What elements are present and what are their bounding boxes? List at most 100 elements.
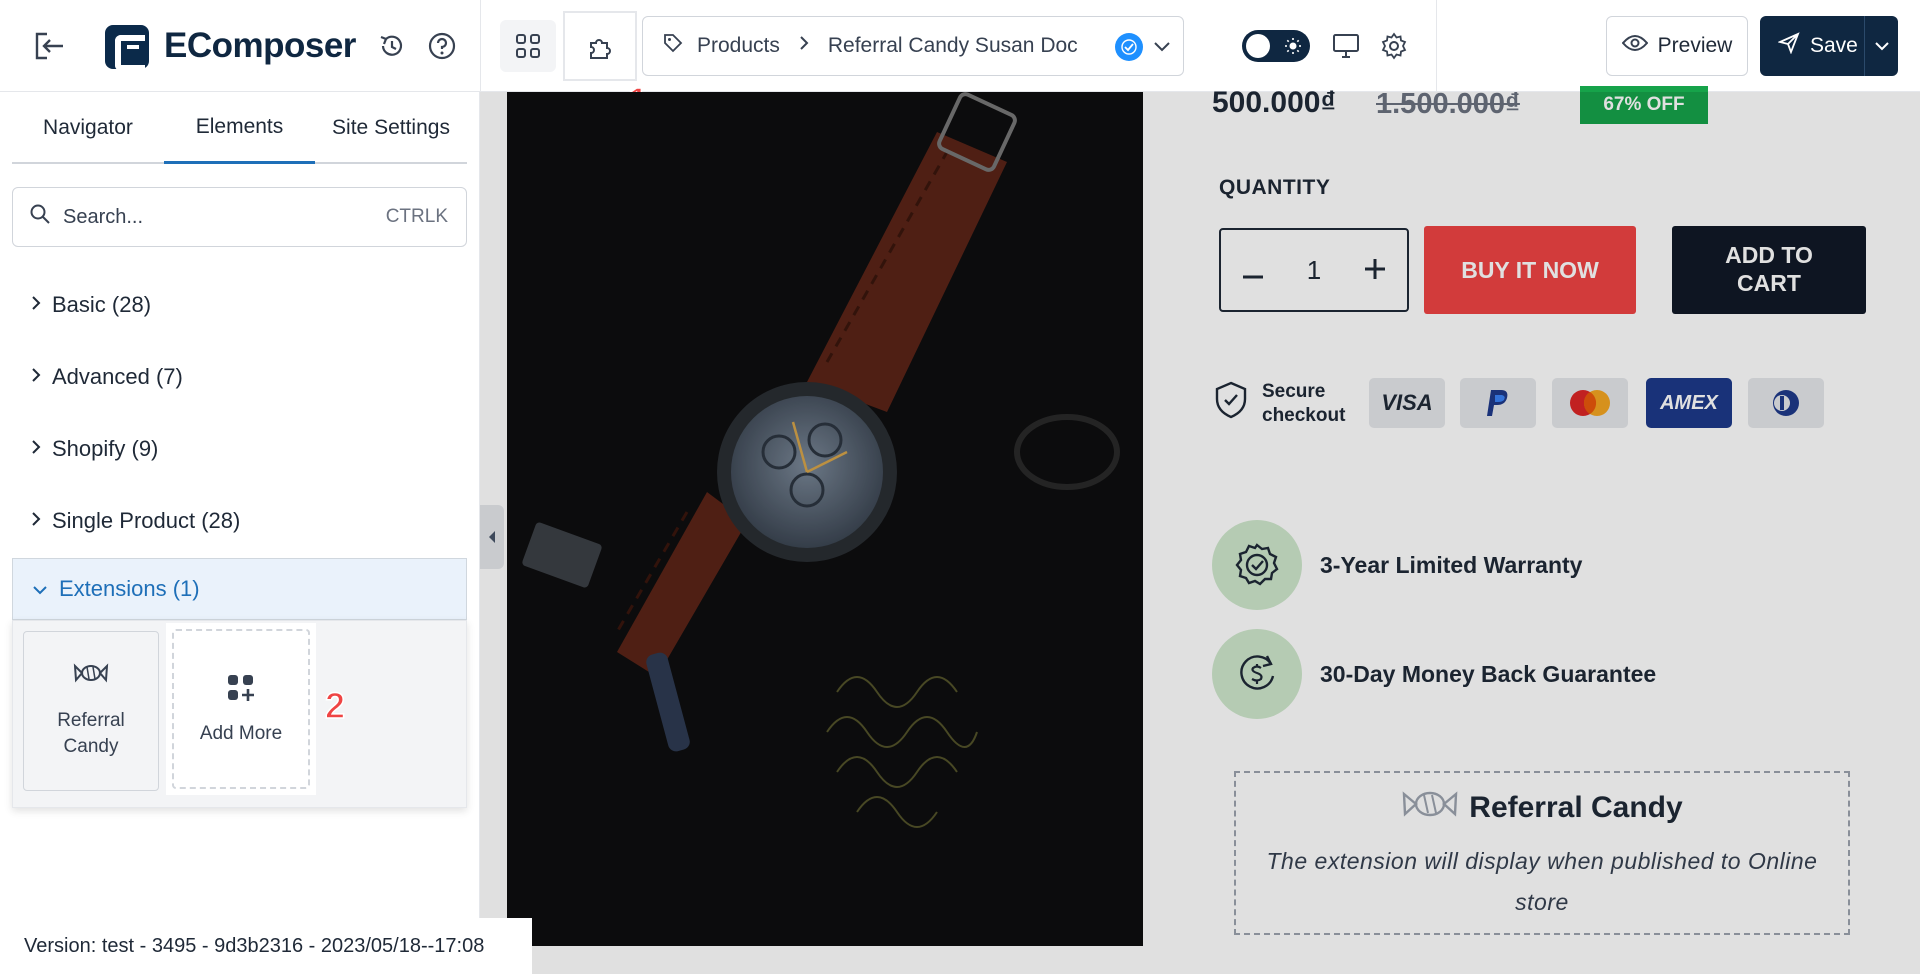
extension-referral-candy[interactable]: Referral Candy: [23, 631, 159, 791]
amex-label: AMEX: [1660, 391, 1718, 414]
referral-candy-description: The extension will display when publishe…: [1266, 848, 1818, 916]
send-icon: [1777, 32, 1800, 60]
save-button[interactable]: Save: [1760, 16, 1898, 76]
product-image[interactable]: [507, 92, 1143, 946]
puzzle-icon: [583, 29, 619, 65]
mastercard-icon: [1552, 378, 1628, 428]
extensions-button[interactable]: [563, 11, 637, 81]
warranty-badge-icon: [1212, 520, 1302, 610]
discount-badge: 67% OFF: [1580, 86, 1708, 124]
elements-grid-icon[interactable]: [500, 20, 556, 72]
add-to-cart-label: ADD TO CART: [1725, 242, 1813, 296]
quantity-label: QUANTITY: [1219, 176, 1331, 199]
add-more-label: Add More: [199, 723, 283, 744]
candy-icon: [1401, 787, 1459, 829]
extension-label: Referral Candy: [57, 709, 125, 758]
add-grid-icon: [226, 673, 256, 709]
money-back-icon: [1212, 629, 1302, 719]
collapse-sidebar-handle[interactable]: [480, 505, 504, 569]
quantity-stepper: 1: [1219, 228, 1409, 312]
version-info: Version: test - 3495 - 9d3b2316 - 2023/0…: [0, 918, 532, 974]
chevron-down-icon[interactable]: [1151, 35, 1173, 63]
app-name: EComposer: [164, 26, 356, 65]
quantity-value[interactable]: 1: [1307, 255, 1321, 286]
chevron-right-icon: [30, 364, 42, 390]
search-shortcut: CTRLK: [385, 206, 448, 227]
category-label: Single Product (28): [52, 508, 241, 533]
compare-price: 1.500.000₫: [1376, 88, 1520, 120]
category-extensions[interactable]: Extensions (1): [12, 558, 467, 620]
category-label: Shopify (9): [52, 436, 159, 461]
buy-now-button[interactable]: BUY IT NOW: [1424, 226, 1636, 314]
element-search-input[interactable]: Search... CTRLK: [12, 187, 467, 247]
chevron-right-icon: [798, 34, 810, 58]
paypal-icon: [1460, 378, 1536, 428]
search-placeholder: Search...: [63, 205, 144, 228]
add-more-highlight: Add More: [166, 623, 316, 795]
watch-photo-illustration: [507, 92, 1143, 946]
feature-label: 3-Year Limited Warranty: [1320, 551, 1583, 578]
tag-icon: [663, 33, 683, 59]
save-label: Save: [1810, 34, 1858, 57]
marker-2: 2: [324, 684, 346, 727]
secure-checkout: Secure checkout: [1214, 380, 1362, 428]
plus-icon[interactable]: [1365, 255, 1386, 286]
extensions-panel: Referral Candy Add More 2: [12, 620, 467, 808]
eye-icon: [1621, 34, 1648, 58]
exit-icon[interactable]: [30, 28, 70, 64]
breadcrumb-page: Referral Candy Susan Doc: [827, 34, 1078, 57]
feature-warranty: 3-Year Limited Warranty: [1212, 520, 1582, 610]
sidebar-tabs: Navigator Elements Site Settings: [12, 92, 467, 164]
diners-club-icon: [1748, 378, 1824, 428]
minus-icon[interactable]: [1242, 255, 1263, 286]
save-options-chevron-icon[interactable]: [1864, 16, 1898, 76]
chevron-right-icon: [30, 436, 42, 462]
breadcrumb[interactable]: Products Referral Candy Susan Doc: [642, 16, 1184, 76]
add-more-extension-button[interactable]: Add More: [172, 629, 310, 789]
shield-check-icon: [1214, 381, 1248, 426]
published-check-icon: [1115, 33, 1143, 61]
candy-icon: [73, 661, 109, 694]
history-icon[interactable]: [374, 28, 410, 64]
feature-label: 30-Day Money Back Guarantee: [1320, 660, 1657, 687]
divider: [480, 0, 481, 92]
chevron-right-icon: [30, 292, 42, 318]
category-shopify[interactable]: Shopify (9): [12, 418, 467, 480]
chevron-down-icon: [31, 576, 49, 602]
theme-toggle[interactable]: [1242, 30, 1310, 62]
toggle-knob: [1246, 34, 1270, 58]
category-basic[interactable]: Basic (28): [12, 274, 467, 336]
chevron-right-icon: [30, 508, 42, 534]
logo-mark: [105, 25, 149, 71]
category-single-product[interactable]: Single Product (28): [12, 490, 467, 552]
referral-candy-title: Referral Candy: [1401, 787, 1683, 829]
add-to-cart-button[interactable]: ADD TO CART: [1672, 226, 1866, 314]
feature-money-back: 30-Day Money Back Guarantee: [1212, 629, 1656, 719]
referral-candy-placeholder[interactable]: Referral Candy The extension will displa…: [1234, 771, 1850, 935]
category-label: Advanced (7): [52, 364, 183, 389]
product-price: 500.000₫: [1212, 86, 1336, 119]
search-icon: [29, 203, 51, 231]
amex-icon: AMEX: [1646, 378, 1732, 428]
elements-sidebar: Navigator Elements Site Settings Search.…: [0, 92, 480, 974]
category-label: Basic (28): [52, 292, 152, 317]
desktop-view-icon[interactable]: [1328, 28, 1364, 64]
sun-icon: [1284, 37, 1302, 60]
preview-button[interactable]: Preview: [1606, 16, 1748, 76]
preview-label: Preview: [1657, 34, 1733, 57]
tab-elements[interactable]: Elements: [164, 92, 315, 164]
category-advanced[interactable]: Advanced (7): [12, 346, 467, 408]
referral-candy-title-text: Referral Candy: [1469, 791, 1683, 824]
visa-icon: VISA: [1369, 378, 1445, 428]
secure-checkout-label: Secure checkout: [1262, 381, 1346, 426]
breadcrumb-section[interactable]: Products: [697, 34, 780, 58]
tab-navigator[interactable]: Navigator: [12, 92, 164, 164]
settings-gear-icon[interactable]: [1376, 28, 1412, 64]
tab-site-settings[interactable]: Site Settings: [315, 92, 467, 164]
divider: [1436, 0, 1437, 92]
chevron-left-icon: [489, 531, 495, 543]
category-label: Extensions (1): [59, 576, 200, 601]
visa-label: VISA: [1381, 390, 1433, 415]
top-bar: EComposer 1 Products Referral Candy Susa…: [0, 0, 1920, 122]
help-icon[interactable]: [424, 28, 460, 64]
